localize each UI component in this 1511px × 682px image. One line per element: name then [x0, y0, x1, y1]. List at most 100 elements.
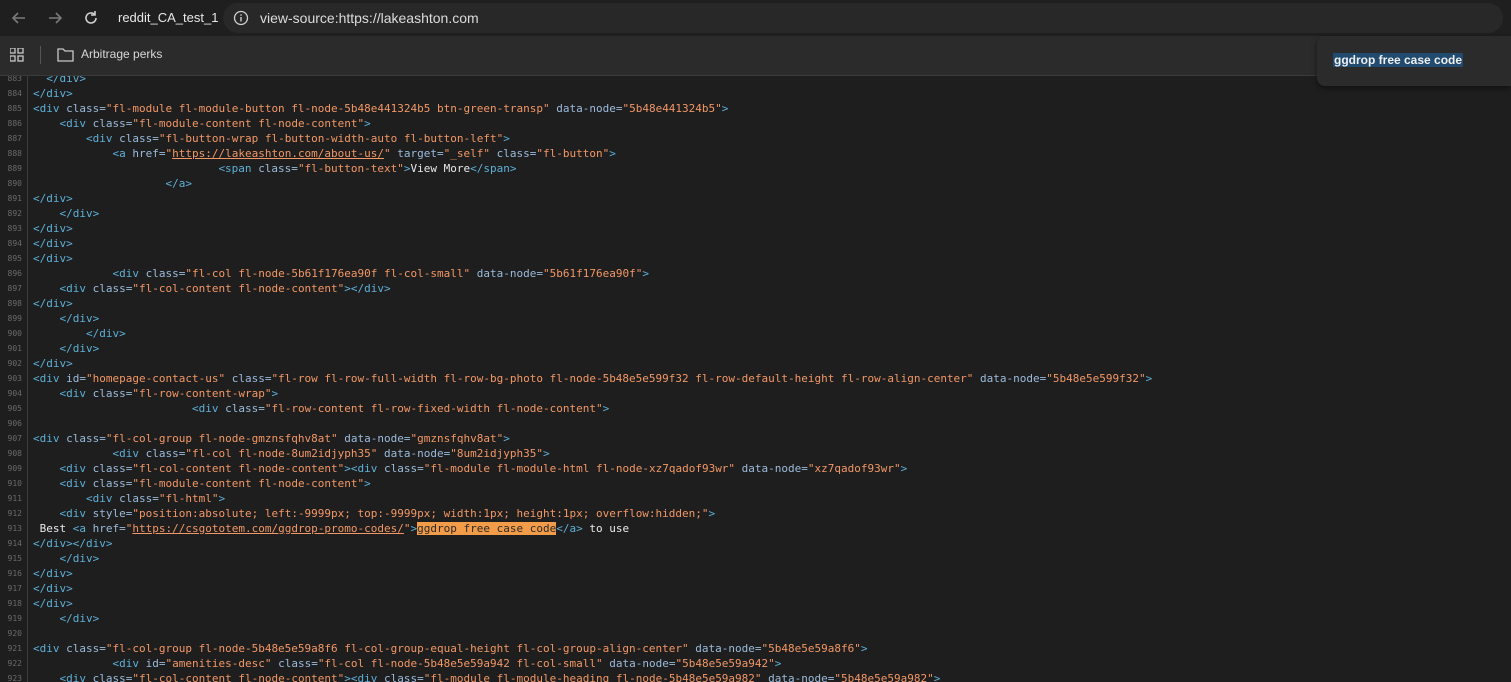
- line-number: 919: [7, 614, 22, 623]
- source-line: 906: [0, 416, 1511, 431]
- source-token: <a: [72, 522, 93, 535]
- source-code: </div>: [33, 206, 100, 221]
- source-token: class=: [490, 147, 537, 160]
- source-line: 909 <div class="fl-col-content fl-node-c…: [0, 461, 1511, 476]
- source-line: 887 <div class="fl-button-wrap fl-button…: [0, 131, 1511, 146]
- source-code: <a href= "https://lakeashton.com/about-us…: [33, 146, 615, 161]
- source-token: data-node=: [761, 672, 835, 682]
- source-token: </div>: [33, 597, 73, 610]
- source-link[interactable]: https://lakeashton.com/about-us/: [172, 147, 384, 160]
- source-token: >: [364, 117, 371, 130]
- source-token: >: [721, 102, 729, 115]
- line-number: 923: [7, 674, 22, 682]
- source-token: >: [271, 387, 279, 400]
- source-code: <div class="fl-col fl-node-5b61f176ea90f…: [33, 266, 648, 281]
- source-token: data-node=: [470, 267, 543, 280]
- source-token: <div: [59, 387, 93, 400]
- address-bar[interactable]: view-source:https://lakeashton.com: [223, 3, 1503, 33]
- source-token: <div: [191, 402, 226, 415]
- source-token: "8um2idjyph35": [450, 447, 543, 460]
- forward-arrow-icon[interactable]: [43, 6, 67, 30]
- reload-icon[interactable]: [79, 6, 103, 30]
- url-text[interactable]: view-source:https://lakeashton.com: [260, 10, 479, 26]
- source-token: </div>: [33, 297, 73, 310]
- source-token: "5b48e5e599f32": [1046, 372, 1146, 385]
- source-line: 911 <div class="fl-html">: [0, 491, 1511, 506]
- source-token: >: [933, 672, 941, 682]
- source-code: </div>: [33, 296, 73, 311]
- line-number: 888: [7, 149, 22, 158]
- apps-grid-icon[interactable]: [10, 48, 24, 62]
- line-number: 904: [7, 389, 22, 398]
- source-token: >: [774, 657, 782, 670]
- source-token: class=: [92, 672, 133, 682]
- source-token: "fl-button-wrap fl-button-width-auto fl-…: [158, 132, 504, 145]
- source-token: </a>: [556, 522, 583, 535]
- source-line: 884 </div>: [0, 86, 1511, 101]
- source-line: 904 <div class="fl-row-content-wrap">: [0, 386, 1511, 401]
- line-number: 911: [7, 494, 22, 503]
- source-line: 908 <div class="fl-col fl-node-8um2idjyp…: [0, 446, 1511, 461]
- line-number: 893: [7, 224, 22, 233]
- source-token: </span>: [470, 162, 517, 175]
- source-token: <div: [33, 642, 67, 655]
- line-number: 895: [7, 254, 22, 263]
- source-token: href=: [92, 522, 126, 535]
- source-code: </div>: [33, 86, 73, 101]
- find-query-input[interactable]: ggdrop free case code: [1333, 53, 1464, 67]
- source-line: 897 <div class="fl-col-content fl-node-c…: [0, 281, 1511, 296]
- source-line: 896 <div class="fl-col fl-node-5b61f176e…: [0, 266, 1511, 281]
- source-line: 900 </div>: [0, 326, 1511, 341]
- folder-icon[interactable]: [57, 47, 74, 62]
- source-token: style=: [92, 507, 133, 520]
- source-code: <div style="position:absolute; left:-999…: [33, 506, 716, 521]
- source-token: <div: [112, 267, 146, 280]
- line-number: 922: [7, 659, 22, 668]
- tab-title[interactable]: reddit_CA_test_1: [118, 10, 218, 25]
- source-line: 919 </div>: [0, 611, 1511, 626]
- source-token: "fl-row-content fl-row-fixed-width fl-no…: [264, 402, 603, 415]
- bookmarks-divider: [40, 46, 41, 64]
- line-number: 889: [7, 164, 22, 173]
- source-token: "fl-col-content fl-node-content": [132, 282, 345, 295]
- line-number: 918: [7, 599, 22, 608]
- line-number: 906: [7, 419, 22, 428]
- source-line: 920: [0, 626, 1511, 641]
- source-token: class=: [225, 402, 265, 415]
- source-token: >: [503, 132, 510, 145]
- source-token: id=: [66, 372, 86, 385]
- source-link[interactable]: https://csgototem.com/ggdrop-promo-codes…: [132, 522, 404, 535]
- source-token: </a>: [165, 177, 192, 190]
- source-token: "5b48e5e59a982": [834, 672, 934, 682]
- source-code: </div>: [33, 356, 73, 371]
- line-number: 909: [7, 464, 22, 473]
- source-line: 917 </div>: [0, 581, 1511, 596]
- source-token: </div>: [33, 222, 73, 235]
- source-code: <div class="fl-col-content fl-node-conte…: [33, 671, 941, 682]
- source-token: </div></div>: [33, 537, 113, 550]
- info-icon[interactable]: [233, 10, 249, 26]
- source-line: 888 <a href= "https://lakeashton.com/abou…: [0, 146, 1511, 161]
- back-arrow-icon[interactable]: [7, 6, 31, 30]
- source-token: "fl-row-content-wrap": [132, 387, 272, 400]
- source-line: 892 </div>: [0, 206, 1511, 221]
- line-number: 908: [7, 449, 22, 458]
- line-number: 892: [7, 209, 22, 218]
- source-line: 905 <div class="fl-row-content fl-row-fi…: [0, 401, 1511, 416]
- source-token: "fl-col-content fl-node-content": [132, 672, 345, 682]
- source-token: class=: [66, 642, 106, 655]
- source-code: <div id="homepage-contact-us" class="fl-…: [33, 371, 1152, 386]
- find-in-page-popup: ggdrop free case code: [1317, 36, 1511, 86]
- source-code: </div>: [33, 611, 100, 626]
- source-token: "xz7qadof93wr": [807, 462, 901, 475]
- source-code: </div>: [33, 311, 100, 326]
- source-line: 910 <div class="fl-module-content fl-nod…: [0, 476, 1511, 491]
- line-number: 902: [7, 359, 22, 368]
- line-number: 915: [7, 554, 22, 563]
- source-token: "position:absolute; left:-9999px; top:-9…: [132, 507, 709, 520]
- source-token: >: [1145, 372, 1153, 385]
- bookmark-folder-arbitrage-perks[interactable]: Arbitrage perks: [81, 47, 162, 61]
- source-token: </div>: [59, 342, 100, 355]
- source-token: "fl-row fl-row-full-width fl-row-bg-phot…: [271, 372, 974, 385]
- source-code: <div class="fl-col fl-node-8um2idjyph35"…: [33, 446, 549, 461]
